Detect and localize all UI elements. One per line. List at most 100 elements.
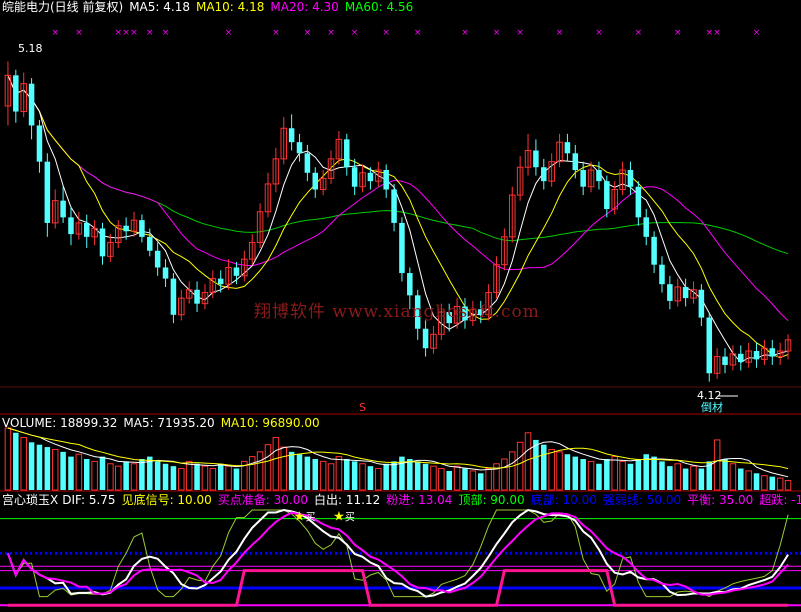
indicator-title: 宫心琐玉X — [2, 493, 59, 507]
candle-body-down — [698, 289, 705, 318]
volume-bar — [367, 466, 374, 490]
tag-label: 倒材 — [701, 400, 723, 414]
volume-bar — [651, 456, 657, 490]
candle-body-down — [635, 186, 642, 218]
volume-bar — [453, 465, 461, 491]
signal-marker: × — [130, 28, 138, 38]
volume-readout: VOLUME: 18899.32 — [2, 416, 118, 430]
buy-prep-readout: 买点准备: 30.00 — [217, 493, 308, 507]
candle-body-down — [572, 153, 579, 171]
volume-bar — [296, 454, 303, 490]
volume-bar — [154, 461, 161, 490]
candle-body-down — [541, 167, 547, 182]
volume-ma5-readout: MA5: 71935.20 — [123, 416, 215, 430]
volume-bar — [477, 473, 484, 490]
candle-body-down — [28, 83, 35, 126]
volume-bar — [516, 441, 524, 491]
volume-bar — [280, 446, 287, 491]
volume-bar — [407, 459, 413, 490]
signal-marker: × — [461, 28, 469, 38]
indicator-panel-header: 宫心琐玉X DIF: 5.75 见底信号: 10.00 买点准备: 30.00 白出: … — [2, 493, 801, 507]
price-panel-header: 皖能电力(日线 前复权) MA5: 4.18 MA10: 4.18 MA20: 4.3… — [2, 0, 419, 14]
candle-body-down — [217, 278, 224, 285]
candle-body-down — [407, 273, 413, 296]
volume-bar — [572, 456, 579, 490]
candle-body-down — [288, 128, 295, 143]
ma20-readout: MA20: 4.30 — [270, 0, 339, 14]
candle-body-down — [533, 150, 539, 168]
volume-ma10-readout: MA10: 96890.00 — [220, 416, 320, 430]
buy-star: ★ — [294, 509, 306, 524]
volume-bar — [115, 465, 122, 491]
volume-bar — [635, 459, 642, 490]
candle-body-down — [580, 170, 586, 187]
signal-marker: × — [674, 28, 682, 38]
signal-marker: × — [382, 28, 390, 38]
candle-body-down — [162, 267, 169, 279]
signal-marker: × — [304, 28, 312, 38]
candle-body-down — [170, 278, 177, 315]
volume-bar — [761, 475, 768, 491]
candle-body-down — [344, 139, 350, 168]
volume-bar — [351, 461, 358, 490]
sell-marker: S — [359, 401, 366, 414]
volume-bar — [469, 470, 477, 491]
candle-body-down — [233, 267, 240, 276]
volume-bar — [462, 468, 468, 490]
ma5-readout: MA5: 4.18 — [129, 0, 190, 14]
signal-marker: × — [635, 28, 643, 38]
candle-body-down — [769, 348, 776, 357]
candle-body-down — [682, 286, 689, 299]
signal-marker: × — [713, 28, 721, 38]
buy-star-label: 买 — [345, 511, 355, 523]
volume-bar — [722, 459, 728, 490]
candle-body-down — [83, 222, 90, 237]
volume-bar — [327, 463, 335, 491]
volume-bar — [729, 463, 737, 491]
volume-bar — [485, 468, 492, 491]
volume-bar — [319, 460, 327, 491]
candle-body-down — [651, 236, 657, 265]
volume-bar — [13, 432, 19, 490]
candle-body-down — [68, 217, 74, 235]
signal-marker: × — [327, 28, 335, 38]
volume-bar — [256, 451, 264, 491]
volume-bar — [548, 448, 555, 491]
oversold-readout: 超跌: -10.00 — [759, 493, 801, 507]
volume-bar — [91, 460, 98, 491]
ma10-readout: MA10: 4.18 — [195, 0, 265, 14]
volume-bar — [587, 460, 595, 491]
volume-bar — [68, 456, 74, 490]
candle-body-down — [154, 250, 161, 268]
candle-body-down — [367, 172, 374, 182]
volume-bar — [139, 459, 145, 490]
volume-bar — [627, 463, 634, 490]
candle-body-down — [399, 222, 405, 274]
high-price-label: 5.18 — [18, 42, 43, 55]
volume-bar — [99, 456, 106, 490]
bottom-signal-readout: 见底信号: 10.00 — [121, 493, 212, 507]
signal-marker: × — [705, 28, 713, 38]
candle-body-down — [13, 75, 19, 112]
strength-line-readout: 强弱线: 50.00 — [602, 493, 682, 507]
candle-body-down — [391, 189, 397, 223]
volume-bar — [580, 459, 586, 490]
volume-bar — [619, 460, 626, 491]
candle-body-down — [139, 220, 145, 237]
dif-readout: DIF: 5.75 — [62, 493, 116, 507]
volume-bar — [335, 456, 343, 491]
volume-bar — [659, 461, 665, 490]
candle-body-down — [36, 125, 43, 162]
buy-star-label: 买 — [306, 511, 316, 523]
stock-title: 皖能电力(日线 前复权) — [2, 0, 124, 14]
volume-bar — [201, 465, 209, 491]
volume-bar — [422, 463, 429, 490]
signal-marker: × — [556, 28, 564, 38]
volume-bar — [162, 463, 169, 490]
volume-bar — [501, 458, 508, 491]
volume-bar — [604, 459, 610, 490]
volume-bar — [217, 463, 224, 490]
volume-bar — [533, 439, 539, 490]
white-out-readout: 白出: 11.12 — [314, 493, 381, 507]
candle-body-down — [99, 228, 106, 257]
